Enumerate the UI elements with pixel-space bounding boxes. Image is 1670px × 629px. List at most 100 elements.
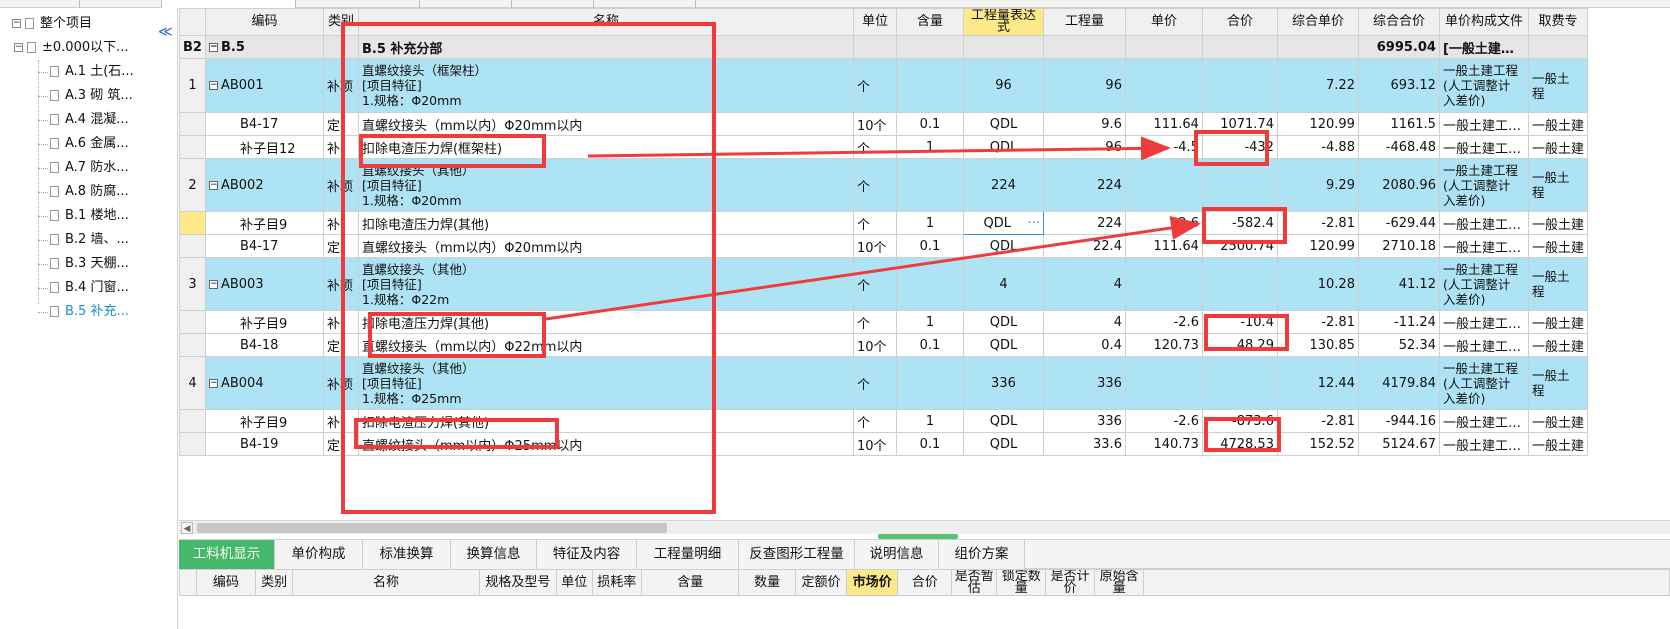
sub-fee-file[interactable]: 一般土建 bbox=[1527, 409, 1588, 433]
sub-code[interactable]: B4-17 bbox=[204, 234, 324, 258]
sub-content[interactable]: 0.1 bbox=[895, 112, 964, 136]
collapse-toggle-icon[interactable]: − bbox=[14, 43, 23, 52]
item-comp-total[interactable]: 4179.84 bbox=[1357, 356, 1440, 410]
sub-name[interactable]: 扣除电渣压力焊(其他) bbox=[357, 310, 854, 334]
sub-content[interactable]: 1 bbox=[895, 310, 964, 334]
sub-comp-total[interactable]: 52.34 bbox=[1357, 333, 1440, 357]
item-code[interactable]: − AB002 bbox=[204, 158, 324, 212]
item-category[interactable]: 补项 bbox=[322, 158, 359, 212]
sub-category[interactable]: 定 bbox=[322, 234, 359, 258]
more-options-icon[interactable]: ··· bbox=[1028, 216, 1040, 231]
sub-expression[interactable]: QDL bbox=[962, 432, 1044, 456]
sub-price-file[interactable]: 一般土建工… bbox=[1438, 333, 1529, 357]
sub-code[interactable]: 补子目9 bbox=[204, 211, 324, 235]
item-content[interactable] bbox=[895, 158, 964, 212]
sub-unit-price[interactable]: -2.6 bbox=[1124, 409, 1203, 433]
tree-item[interactable]: B.5 补充... bbox=[50, 300, 129, 324]
resource-header-cell[interactable] bbox=[179, 569, 197, 596]
sub-unit[interactable]: 个 bbox=[852, 409, 897, 433]
item-content[interactable] bbox=[895, 58, 964, 113]
sub-content[interactable]: 0.1 bbox=[895, 333, 964, 357]
tree-item[interactable]: A.3 砌 筑... bbox=[50, 84, 133, 108]
tree-item[interactable]: A.1 土(石... bbox=[50, 60, 134, 84]
resource-header-cell[interactable]: 编码 bbox=[195, 569, 256, 596]
sub-quantity[interactable]: 22.4 bbox=[1042, 234, 1126, 258]
item-unit-price[interactable] bbox=[1124, 158, 1203, 212]
sub-category[interactable]: 补 bbox=[322, 409, 359, 433]
item-expression[interactable]: 224 bbox=[962, 158, 1044, 212]
sub-price-file[interactable]: 一般土建工… bbox=[1438, 112, 1529, 136]
horizontal-scrollbar[interactable]: ◀ bbox=[179, 520, 1670, 534]
resource-header-cell[interactable]: 合价 bbox=[897, 569, 953, 596]
resource-header-cell[interactable]: 损耗率 bbox=[591, 569, 643, 596]
sub-unit[interactable]: 10个 bbox=[852, 234, 897, 258]
sub-total-price[interactable]: 4728.53 bbox=[1201, 432, 1278, 456]
sub-price-file[interactable]: 一般土建工… bbox=[1438, 432, 1529, 456]
header-quantity[interactable]: 工程量 bbox=[1042, 8, 1126, 36]
sub-name[interactable]: 直螺纹接头（mm以内）Φ22mm以内 bbox=[357, 333, 854, 357]
scroll-left-icon[interactable]: ◀ bbox=[181, 522, 193, 534]
item-expression[interactable]: 4 bbox=[962, 257, 1044, 311]
item-unit-price[interactable] bbox=[1124, 356, 1203, 410]
item-code[interactable]: − AB003 bbox=[204, 257, 324, 311]
sub-unit-price[interactable]: 111.64 bbox=[1124, 234, 1203, 258]
sub-fee-file[interactable]: 一般土建 bbox=[1527, 211, 1588, 235]
tree-item[interactable]: B.3 天棚... bbox=[50, 252, 129, 276]
sub-total-price[interactable]: 1071.74 bbox=[1201, 112, 1278, 136]
top-tab-fragment[interactable] bbox=[420, 0, 512, 8]
collapse-toggle-icon[interactable]: − bbox=[208, 42, 218, 52]
sub-comp-total[interactable]: 5124.67 bbox=[1357, 432, 1440, 456]
sub-unit[interactable]: 个 bbox=[852, 211, 897, 235]
resource-header-cell[interactable]: 市场价 bbox=[846, 569, 899, 596]
header-comp-total-price[interactable]: 综合合价 bbox=[1357, 8, 1440, 36]
item-unit[interactable]: 个 bbox=[852, 257, 897, 311]
sub-row[interactable]: B4-17 定直螺纹接头（mm以内）Φ20mm以内 10个 0.1 QDL 9.6 111.… bbox=[179, 112, 1588, 136]
top-tab-fragment[interactable] bbox=[338, 0, 420, 8]
section-name[interactable]: B.5 补充分部 bbox=[357, 35, 854, 59]
sub-comp-total[interactable]: -468.48 bbox=[1357, 135, 1440, 159]
section-row[interactable]: B2 − B.5 B.5 补充分部 6995.04 [一般土建… bbox=[179, 35, 1588, 59]
resource-header-cell[interactable]: 定额价 bbox=[794, 569, 848, 596]
item-row[interactable]: 3− AB003 补项 直螺纹接头（其他） [项目特征] 1.规格：Φ22m 个 4 4 10.2… bbox=[179, 257, 1588, 311]
top-tab-fragment[interactable] bbox=[0, 0, 80, 8]
header-name[interactable]: 名称 bbox=[357, 8, 854, 36]
sub-name[interactable]: 直螺纹接头（mm以内）Φ20mm以内 bbox=[357, 234, 854, 258]
sub-expression[interactable]: QDL bbox=[962, 333, 1044, 357]
sub-expression[interactable]: QDL bbox=[962, 310, 1044, 334]
bottom-tab[interactable]: 单价构成 bbox=[275, 540, 363, 569]
sub-unit[interactable]: 个 bbox=[852, 135, 897, 159]
section-cell[interactable] bbox=[1527, 35, 1588, 59]
item-unit[interactable]: 个 bbox=[852, 158, 897, 212]
sub-total-price[interactable]: 2500.74 bbox=[1201, 234, 1278, 258]
item-price-file[interactable]: 一般土建工程 (人工调整计 入差价) bbox=[1438, 58, 1529, 113]
section-price-file[interactable]: [一般土建… bbox=[1438, 35, 1529, 59]
collapse-panel-icon[interactable]: ≪ bbox=[158, 24, 173, 40]
sub-unit-price[interactable]: 140.73 bbox=[1124, 432, 1203, 456]
sub-total-price[interactable]: 48.29 bbox=[1201, 333, 1278, 357]
sub-unit[interactable]: 个 bbox=[852, 310, 897, 334]
item-fee-file[interactable]: 一般土程 bbox=[1527, 158, 1588, 212]
sub-comp-total[interactable]: -11.24 bbox=[1357, 310, 1440, 334]
item-unit-price[interactable] bbox=[1124, 58, 1203, 113]
sub-name[interactable]: 扣除电渣压力焊(其他) bbox=[357, 211, 854, 235]
sub-row[interactable]: 补子目9 补扣除电渣压力焊(其他) 个 1 QDL ··· 224 -2.6 -582.4 -2.… bbox=[179, 211, 1588, 235]
sub-category[interactable]: 补 bbox=[322, 211, 359, 235]
section-cell[interactable] bbox=[852, 35, 897, 59]
sub-content[interactable]: 1 bbox=[895, 211, 964, 235]
top-tab-fragment[interactable] bbox=[80, 0, 162, 8]
section-comp-total[interactable]: 6995.04 bbox=[1357, 35, 1440, 59]
top-tab-fragment[interactable] bbox=[162, 0, 296, 8]
sub-fee-file[interactable]: 一般土建 bbox=[1527, 333, 1588, 357]
item-fee-file[interactable]: 一般土程 bbox=[1527, 58, 1588, 113]
tree-item[interactable]: A.6 金属... bbox=[50, 132, 129, 156]
collapse-toggle-icon[interactable]: − bbox=[208, 180, 218, 190]
sub-comp-unit-price[interactable]: -4.88 bbox=[1276, 135, 1359, 159]
bottom-tab[interactable]: 换算信息 bbox=[451, 540, 537, 569]
item-comp-unit-price[interactable]: 12.44 bbox=[1276, 356, 1359, 410]
resource-header-cell[interactable]: 原始含量 bbox=[1094, 569, 1145, 596]
collapse-toggle-icon[interactable]: − bbox=[208, 81, 218, 90]
item-name[interactable]: 直螺纹接头（其他） [项目特征] 1.规格：Φ22m bbox=[357, 257, 854, 311]
item-quantity[interactable]: 336 bbox=[1042, 356, 1126, 410]
sub-expression[interactable]: QDL bbox=[962, 135, 1044, 159]
item-price-file[interactable]: 一般土建工程 (人工调整计 入差价) bbox=[1438, 257, 1529, 311]
